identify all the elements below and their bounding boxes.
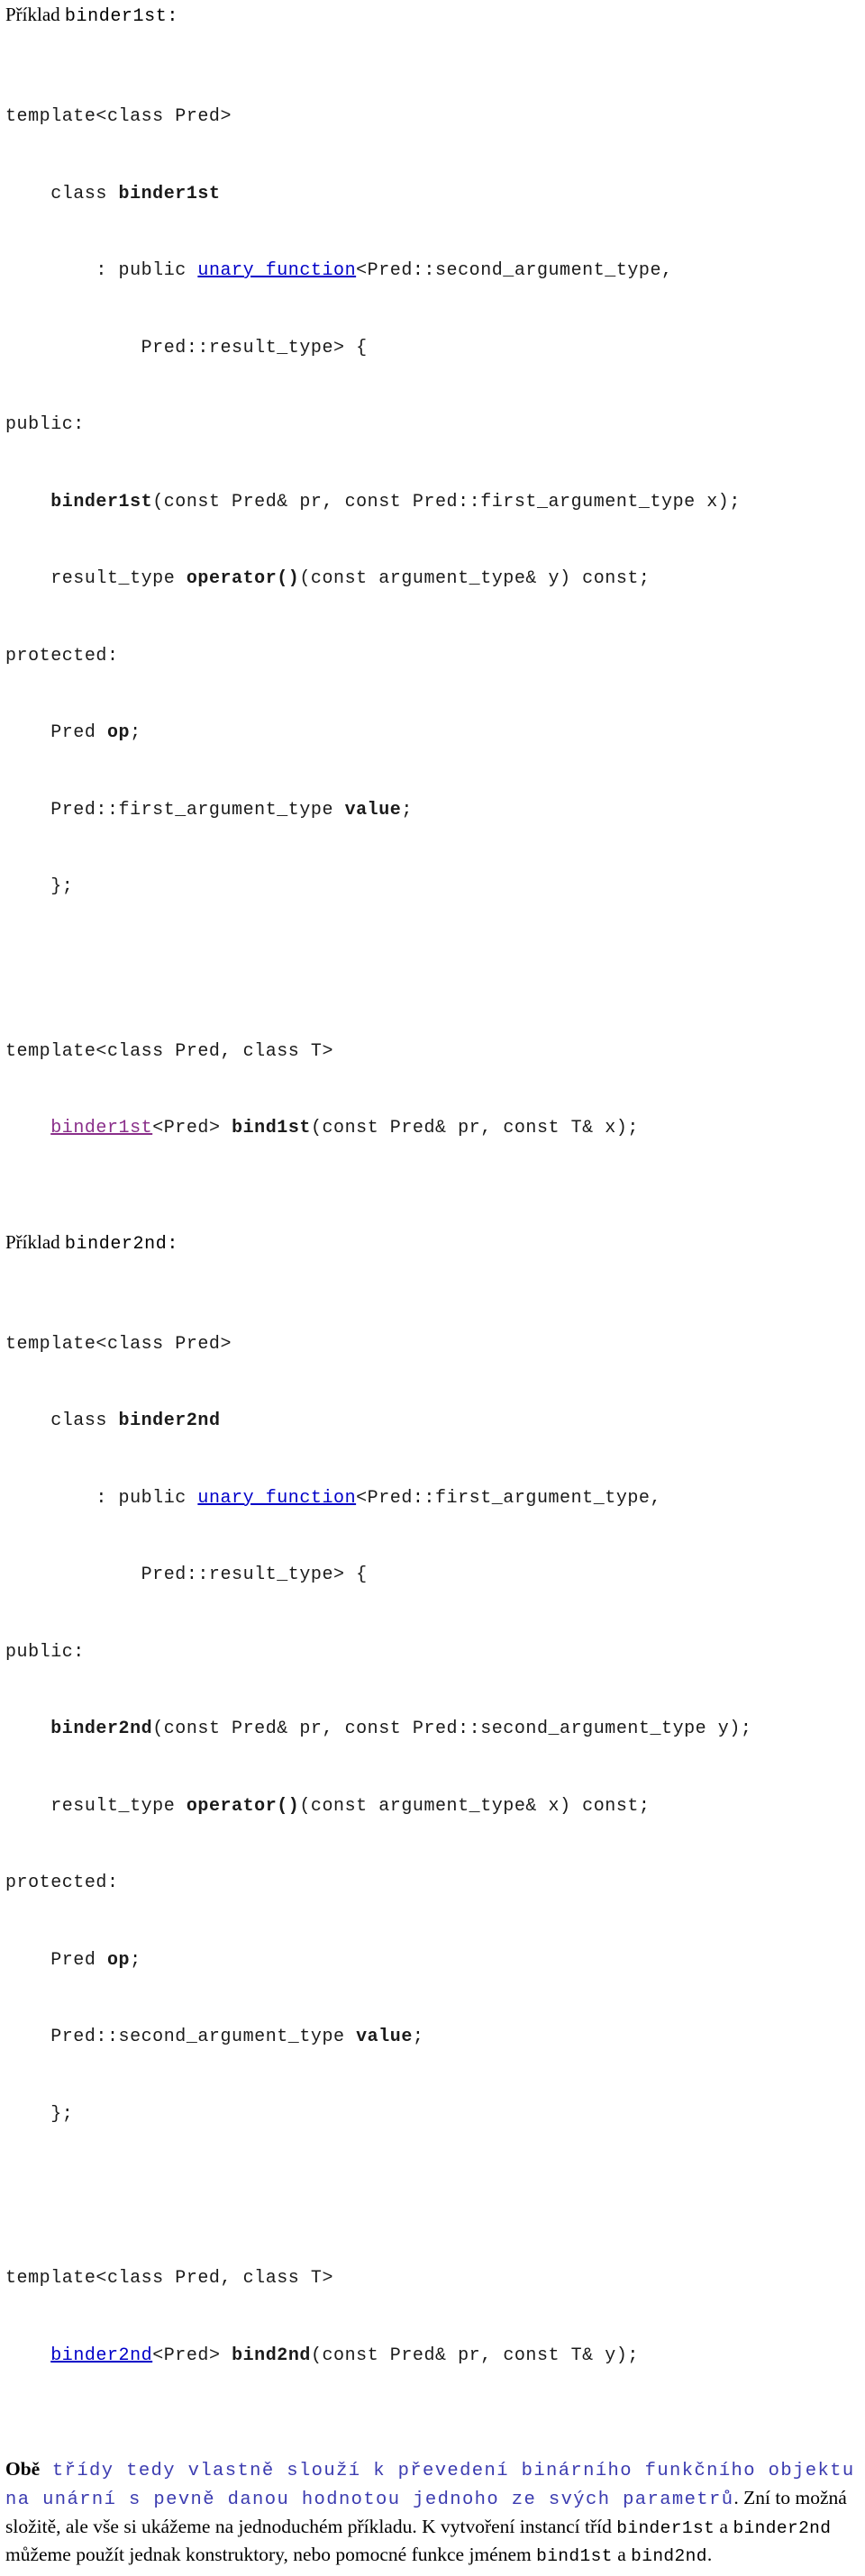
code-text: Pred: [5, 722, 107, 743]
paragraph-blue-mono: třídy tedy vlastně slouží k převedení bi…: [5, 2461, 855, 2510]
code-text: : public: [5, 1487, 198, 1509]
link-unary-function[interactable]: unary_function: [197, 1488, 356, 1509]
code-line: result_type operator()(const argument_ty…: [5, 567, 860, 593]
code-member-op: op: [106, 1949, 131, 1971]
code-line: binder2nd(const Pred& pr, const Pred::se…: [5, 1717, 860, 1743]
code-block-binder1st: template<class Pred> class binder1st : p…: [5, 53, 860, 952]
code-line: protected:: [5, 645, 119, 667]
code-text: : public: [5, 260, 198, 281]
code-line: Pred::second_argument_type value;: [5, 2025, 860, 2051]
code-line: public:: [5, 414, 85, 435]
paragraph-text: .: [706, 2544, 713, 2565]
inline-code-binder2nd: binder2nd: [733, 2518, 832, 2538]
inline-code-binder1st: binder1st: [616, 2518, 715, 2538]
code-text: ;: [130, 1949, 141, 1971]
code-block-bind1st: template<class Pred, class T> binder1st<…: [5, 988, 860, 1193]
code-block-binder2nd: template<class Pred> class binder2nd : p…: [5, 1281, 860, 2180]
code-member-value: value: [356, 2027, 413, 2047]
code-indent: class: [5, 1410, 119, 1431]
code-operator-name: operator(): [186, 568, 300, 589]
code-line: };: [5, 876, 74, 897]
inline-code-bind2nd: bind2nd: [631, 2546, 707, 2566]
code-line: protected:: [5, 1873, 119, 1893]
code-line: class binder1st: [5, 182, 860, 208]
code-line: Pred::result_type> {: [5, 1565, 368, 1585]
code-text: ;: [130, 722, 141, 743]
code-line: template<class Pred, class T>: [5, 1040, 334, 1062]
heading-priklad-binder2nd: Příklad binder2nd:: [5, 1229, 860, 1257]
code-text: <Pred::second_argument_type,: [356, 260, 673, 281]
paragraph-1: Obě třídy tedy vlastně slouží k převeden…: [5, 2456, 860, 2570]
code-text: Pred: [5, 1949, 107, 1971]
code-text: <Pred::first_argument_type,: [356, 1487, 662, 1509]
code-func-bind2nd: bind2nd: [232, 2345, 311, 2366]
code-indent: class: [5, 183, 119, 204]
link-binder1st[interactable]: binder1st: [50, 1118, 152, 1138]
paragraph-lead: Obě: [5, 2458, 41, 2480]
code-line: template<class Pred>: [5, 1333, 232, 1355]
heading-code: binder1st:: [64, 6, 178, 27]
code-text: result_type: [5, 1795, 187, 1817]
code-line: };: [5, 2103, 74, 2125]
code-text: (const argument_type& x) const;: [299, 1795, 651, 1817]
document-page: Příklad binder1st: template<class Pred> …: [0, 0, 865, 2566]
code-ctor-name: binder2nd: [50, 1719, 153, 1739]
code-line: : public unary_function<Pred::second_arg…: [5, 259, 860, 285]
inline-code-bind1st: bind1st: [536, 2546, 613, 2566]
code-text: (const Pred& pr, const Pred::second_argu…: [152, 1719, 752, 1739]
code-classname: binder2nd: [118, 1410, 221, 1431]
code-line: class binder2nd: [5, 1409, 860, 1435]
code-text: (const argument_type& y) const;: [299, 568, 651, 589]
code-line: result_type operator()(const argument_ty…: [5, 1794, 860, 1820]
code-text: (const Pred& pr, const Pred::first_argum…: [152, 491, 741, 512]
code-line: binder2nd<Pred> bind2nd(const Pred& pr, …: [5, 2344, 860, 2370]
code-line: Pred op;: [5, 1948, 860, 1974]
code-text: <Pred>: [152, 1118, 232, 1138]
code-text: ;: [401, 799, 413, 821]
heading-code: binder2nd:: [64, 1233, 178, 1255]
link-unary-function[interactable]: unary_function: [197, 260, 356, 281]
code-text: ;: [412, 2027, 424, 2047]
code-line: public:: [5, 1641, 85, 1663]
paragraph-text: můžeme použít jednak konstruktory, nebo …: [5, 2544, 537, 2565]
code-text: Pred::first_argument_type: [5, 799, 345, 821]
code-text: Pred::second_argument_type: [5, 2027, 357, 2047]
code-line: : public unary_function<Pred::first_argu…: [5, 1486, 860, 1512]
heading-label: Příklad: [5, 1230, 65, 1253]
code-func-bind1st: bind1st: [232, 1118, 311, 1138]
code-text: result_type: [5, 568, 187, 589]
paragraph-text: a: [715, 2516, 733, 2537]
code-ctor-name: binder1st: [50, 491, 153, 512]
code-line: template<class Pred>: [5, 106, 232, 127]
code-text: (const Pred& pr, const T& y);: [310, 2345, 639, 2366]
code-line: template<class Pred, class T>: [5, 2268, 334, 2289]
code-line: Pred op;: [5, 721, 860, 747]
link-binder2nd[interactable]: binder2nd: [50, 2345, 152, 2366]
code-text: <Pred>: [152, 2345, 232, 2366]
code-line: Pred::result_type> {: [5, 337, 368, 358]
code-line: binder1st(const Pred& pr, const Pred::fi…: [5, 490, 860, 516]
code-member-value: value: [344, 799, 402, 821]
code-classname: binder1st: [118, 183, 221, 204]
code-member-op: op: [106, 722, 131, 743]
code-operator-name: operator(): [186, 1795, 300, 1817]
heading-priklad-binder1st: Příklad binder1st:: [5, 2, 860, 30]
code-line: binder1st<Pred> bind1st(const Pred& pr, …: [5, 1116, 860, 1142]
code-block-bind2nd: template<class Pred, class T> binder2nd<…: [5, 2215, 860, 2420]
heading-label: Příklad: [5, 4, 65, 25]
code-text: (const Pred& pr, const T& x);: [310, 1118, 639, 1138]
code-line: Pred::first_argument_type value;: [5, 798, 860, 824]
paragraph-text: a: [612, 2544, 632, 2565]
